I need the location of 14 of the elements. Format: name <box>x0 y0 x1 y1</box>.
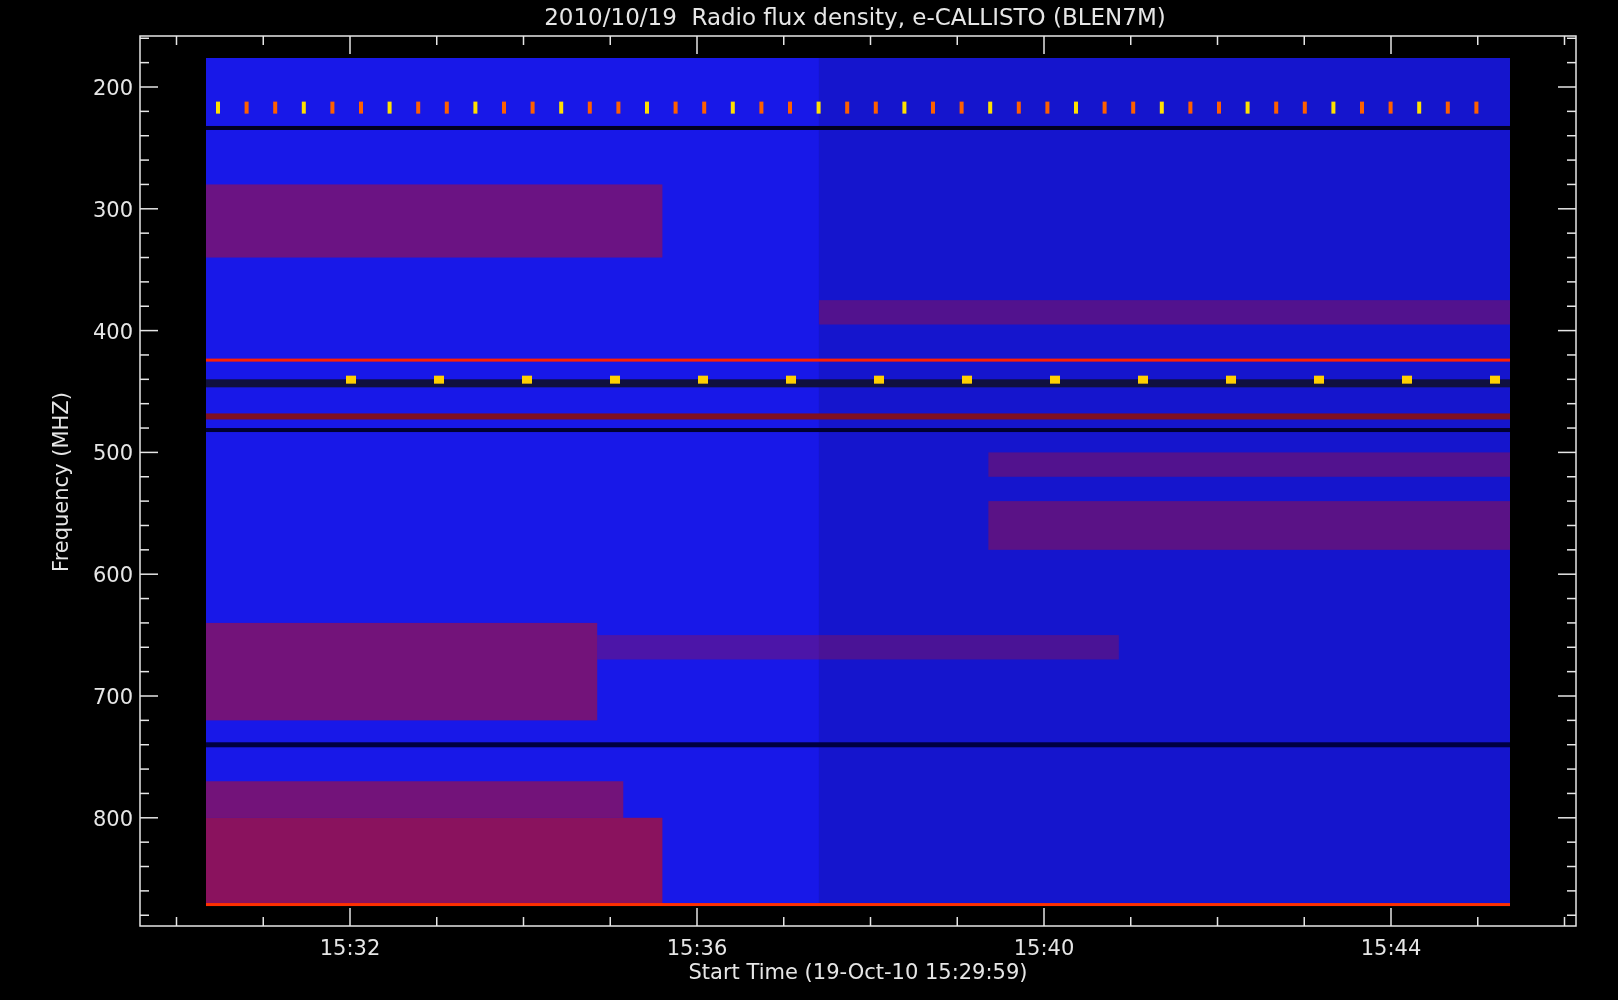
y-axis-label: Frequency (MHZ) <box>49 392 73 572</box>
x-tick-label: 15:44 <box>1360 936 1422 960</box>
chart-title: 2010/10/19 Radio flux density, e-CALLISTO (BLEN7M) <box>544 4 1166 30</box>
x-tick-label: 15:40 <box>1013 936 1075 960</box>
y-tick-label: 700 <box>92 685 133 709</box>
y-tick-label: 500 <box>92 441 133 466</box>
x-tick-label: 15:32 <box>319 936 381 960</box>
y-tick-label: 400 <box>92 319 133 344</box>
y-tick-label: 800 <box>92 806 133 831</box>
x-tick-label: 15:36 <box>666 936 728 960</box>
y-tick-label: 600 <box>92 563 133 588</box>
y-tick-label: 200 <box>92 76 133 100</box>
y-tick-label: 300 <box>92 197 133 222</box>
x-axis-label: Start Time (19-Oct-10 15:29:59) <box>688 960 1028 984</box>
